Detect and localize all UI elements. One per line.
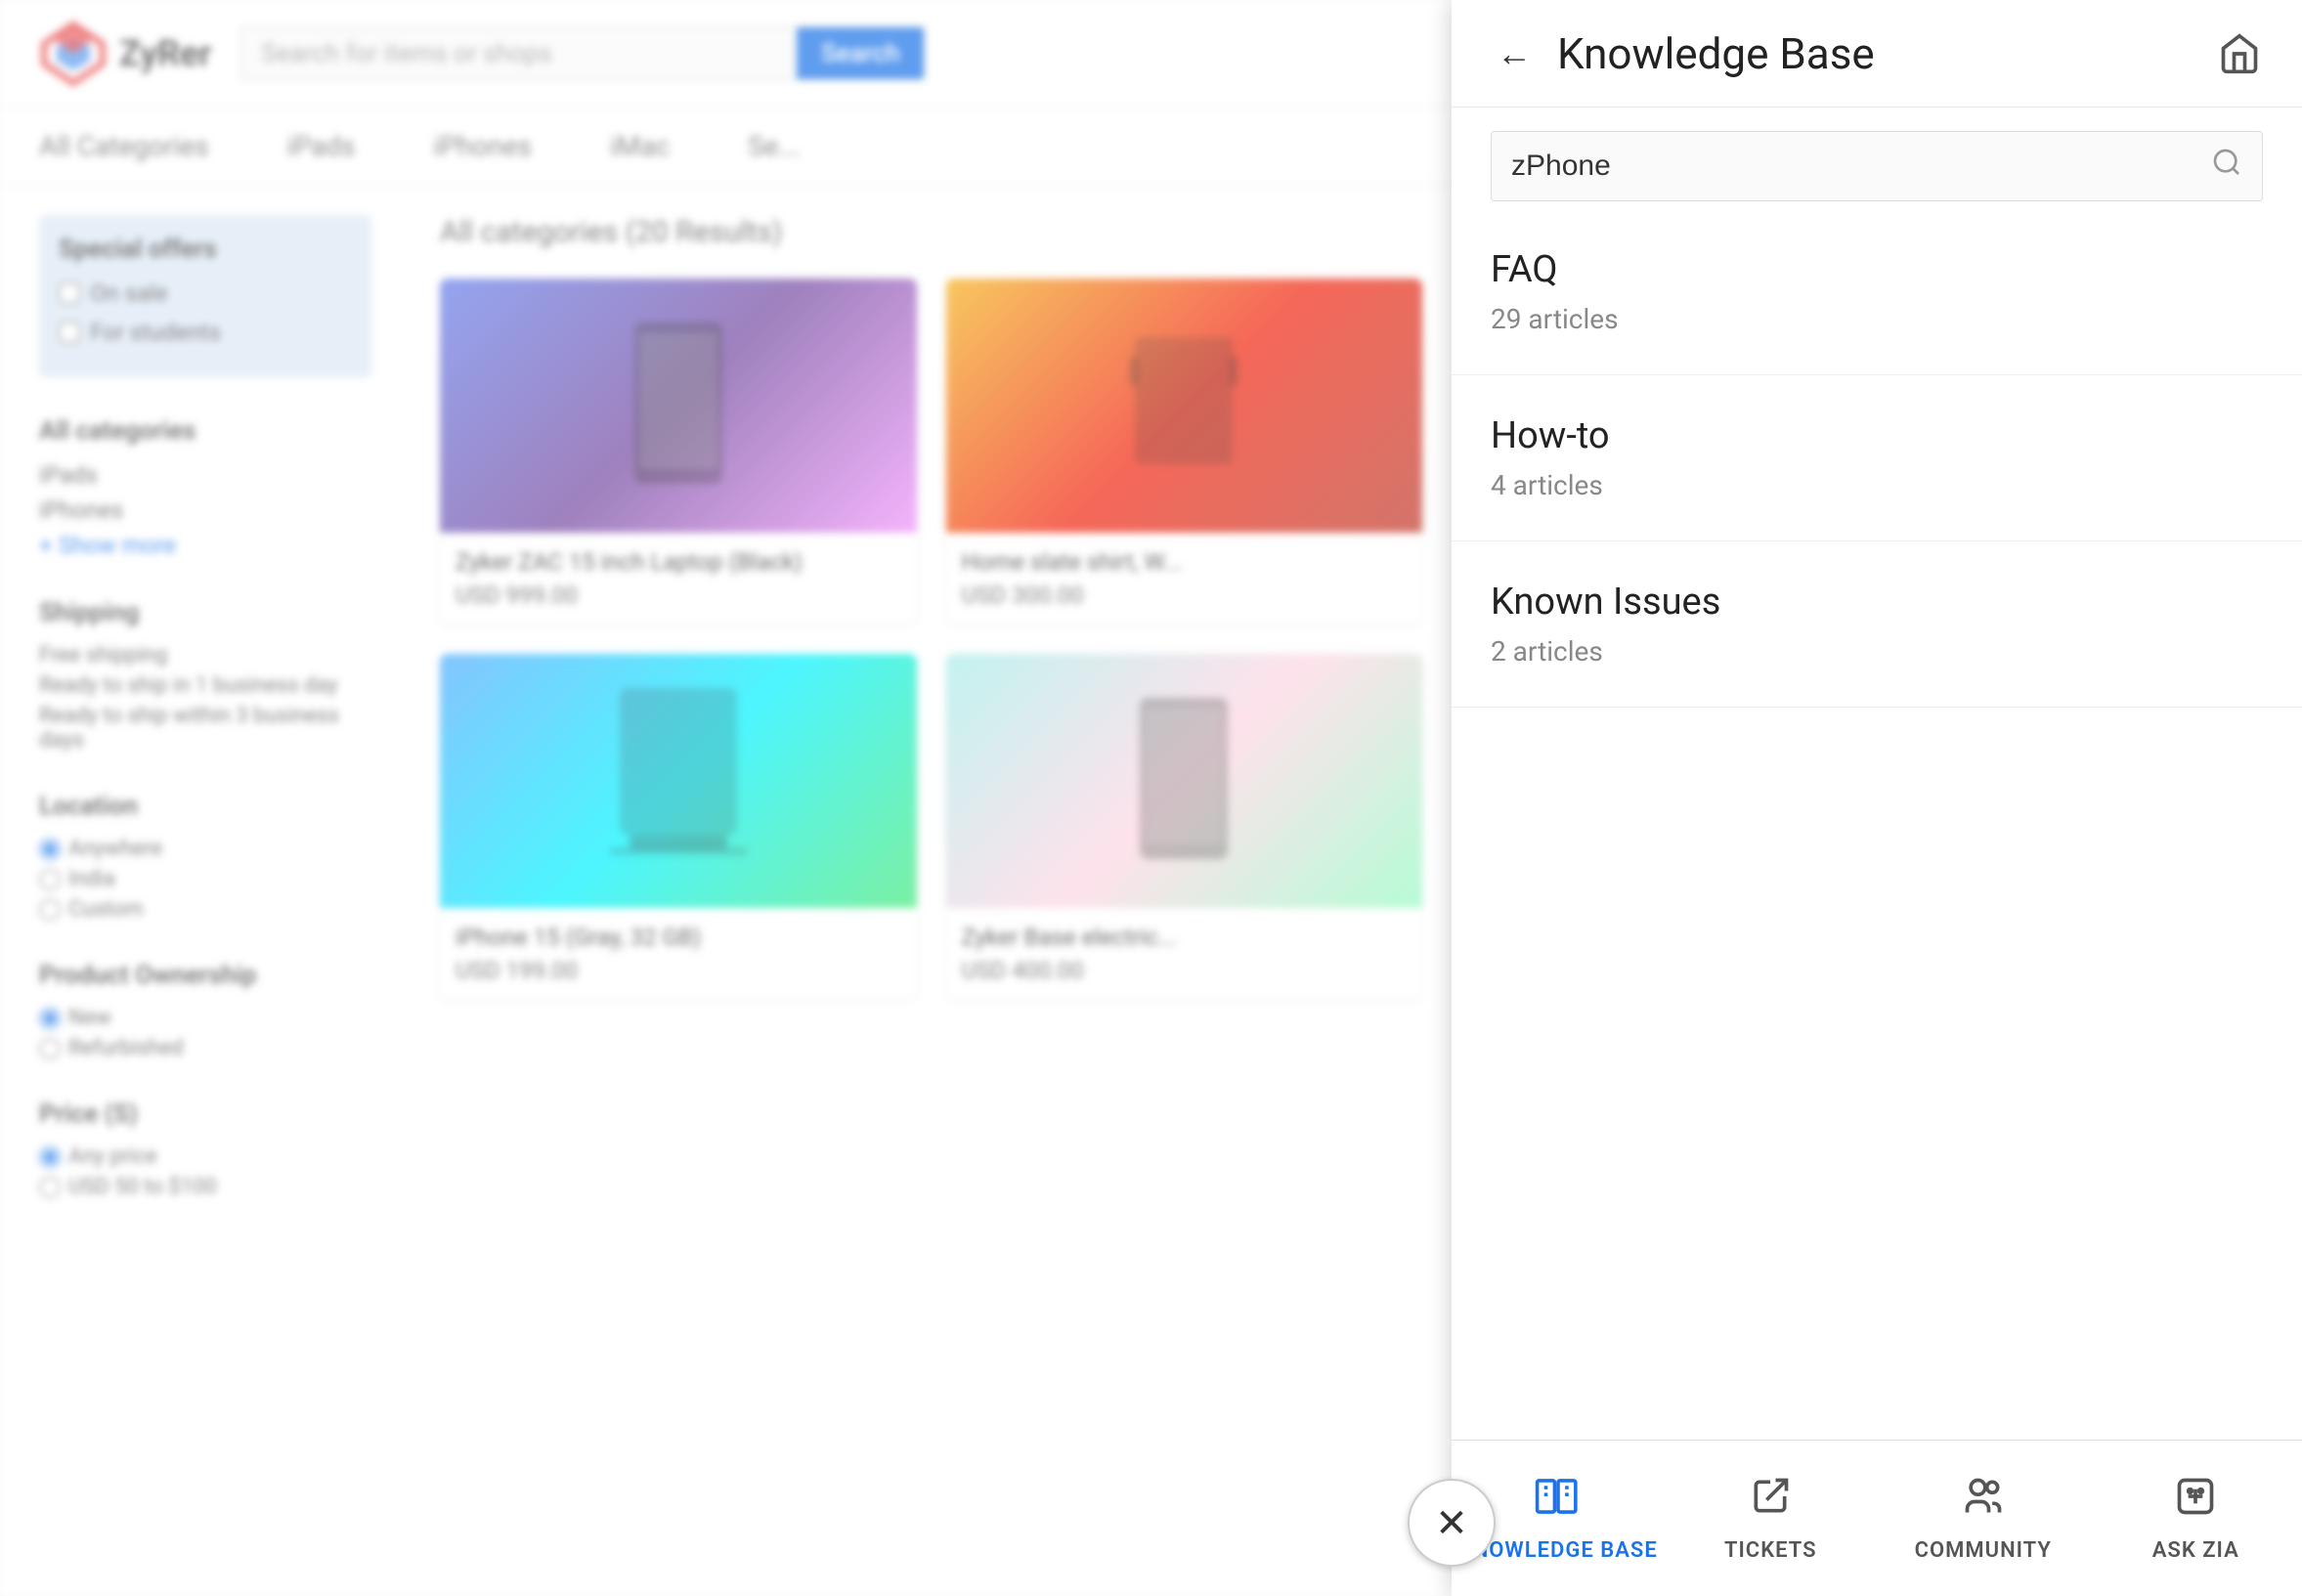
nav-more: Se... bbox=[748, 130, 801, 162]
nav-ipads: iPads bbox=[287, 130, 356, 162]
special-offers-box: Special offers On sale For students bbox=[39, 215, 371, 377]
tab-ask-zia[interactable]: ASK ZIA bbox=[2090, 1441, 2302, 1596]
back-button[interactable]: ← bbox=[1491, 30, 1538, 77]
product-card-3: iPhone 15 (Gray, 32 GB) USD 199.00 bbox=[440, 654, 917, 1000]
known-issues-section[interactable]: Known Issues 2 articles bbox=[1452, 541, 2302, 708]
known-issues-count: 2 articles bbox=[1491, 635, 2263, 668]
panel-content: FAQ 29 articles How-to 4 articles Known … bbox=[1452, 209, 2302, 1596]
nav-imac: iMac bbox=[610, 130, 670, 162]
tab-ask-zia-label: ASK ZIA bbox=[2152, 1538, 2239, 1563]
categories-title: All categories bbox=[39, 416, 371, 446]
panel-title: Knowledge Base bbox=[1557, 28, 1875, 79]
grid-title: All categories (20 Results) bbox=[440, 215, 1422, 249]
logo-text: ZyRer bbox=[119, 33, 211, 74]
howto-title: How-to bbox=[1491, 414, 2263, 457]
product-info-3: iPhone 15 (Gray, 32 GB) USD 199.00 bbox=[440, 908, 917, 1000]
product-grid: Zyker ZAC 15 inch Laptop (Black) USD 999… bbox=[440, 279, 1422, 1000]
product-img-2 bbox=[946, 279, 1423, 533]
search-icon bbox=[2211, 147, 2242, 186]
faq-section[interactable]: FAQ 29 articles bbox=[1452, 209, 2302, 375]
product-img-4 bbox=[946, 654, 1423, 908]
community-icon bbox=[1962, 1475, 2005, 1529]
home-icon bbox=[2218, 32, 2261, 75]
home-button[interactable] bbox=[2216, 30, 2263, 77]
product-grid-area: All categories (20 Results) Zyker ZAC 15… bbox=[411, 186, 1452, 1596]
tab-tickets-label: TICKETS bbox=[1724, 1538, 1817, 1563]
panel-search-container bbox=[1491, 131, 2263, 201]
nav-all-categories: All Categories bbox=[39, 130, 209, 162]
panel-search-input[interactable] bbox=[1511, 150, 2211, 183]
store-search-placeholder: Search for items or shops bbox=[241, 27, 797, 79]
product-card-1: Zyker ZAC 15 inch Laptop (Black) USD 999… bbox=[440, 279, 917, 625]
close-icon: ✕ bbox=[1435, 1500, 1468, 1546]
howto-section[interactable]: How-to 4 articles bbox=[1452, 375, 2302, 541]
faq-title: FAQ bbox=[1491, 248, 2263, 291]
back-arrow-icon: ← bbox=[1497, 33, 1532, 74]
categories-section: All categories iPads iPhones + Show more bbox=[39, 416, 371, 559]
product-img-1 bbox=[440, 279, 917, 533]
close-button[interactable]: ✕ bbox=[1408, 1479, 1496, 1567]
nav-iphones: iPhones bbox=[433, 130, 532, 162]
product-info-4: Zyker Base electric... USD 400.00 bbox=[946, 908, 1423, 1000]
bottom-nav: KNOWLEDGE BASE TICKETS bbox=[1452, 1440, 2302, 1596]
location-section: Location Anywhere India Custom bbox=[39, 792, 371, 922]
known-issues-title: Known Issues bbox=[1491, 581, 2263, 624]
product-info-1: Zyker ZAC 15 inch Laptop (Black) USD 999… bbox=[440, 533, 917, 625]
on-sale-option: On sale bbox=[59, 280, 352, 307]
knowledge-base-panel: ← Knowledge Base FAQ 29 articles bbox=[1452, 0, 2302, 1596]
store-search-bar: Search for items or shops Search bbox=[240, 26, 925, 80]
store-sidebar: Special offers On sale For students All … bbox=[20, 186, 391, 1596]
special-offers-section: Special offers On sale For students bbox=[39, 215, 371, 377]
logo-icon bbox=[39, 20, 108, 88]
shipping-section: Shipping Free shipping Ready to ship in … bbox=[39, 598, 371, 753]
logo-area: ZyRer bbox=[39, 20, 211, 88]
tab-tickets[interactable]: TICKETS bbox=[1665, 1441, 1878, 1596]
special-offers-title: Special offers bbox=[59, 235, 352, 264]
panel-header: ← Knowledge Base bbox=[1452, 0, 2302, 108]
knowledge-base-icon bbox=[1534, 1475, 1583, 1529]
store-search-button: Search bbox=[797, 27, 924, 79]
ownership-section: Product Ownership New Refurbished bbox=[39, 961, 371, 1060]
ask-zia-icon bbox=[2174, 1475, 2217, 1529]
product-img-3 bbox=[440, 654, 917, 908]
price-section: Price (S) Any price USD 50 to $100 bbox=[39, 1100, 371, 1199]
product-info-2: Home slate shirt, W... USD 300.00 bbox=[946, 533, 1423, 625]
tab-community[interactable]: COMMUNITY bbox=[1877, 1441, 2090, 1596]
panel-header-left: ← Knowledge Base bbox=[1491, 28, 1875, 79]
faq-count: 29 articles bbox=[1491, 303, 2263, 335]
product-card-4: Zyker Base electric... USD 400.00 bbox=[946, 654, 1423, 1000]
product-card-2: Home slate shirt, W... USD 300.00 bbox=[946, 279, 1423, 625]
tickets-icon bbox=[1749, 1475, 1792, 1529]
howto-count: 4 articles bbox=[1491, 469, 2263, 501]
tab-community-label: COMMUNITY bbox=[1915, 1538, 2052, 1563]
for-students-option: For students bbox=[59, 319, 352, 346]
